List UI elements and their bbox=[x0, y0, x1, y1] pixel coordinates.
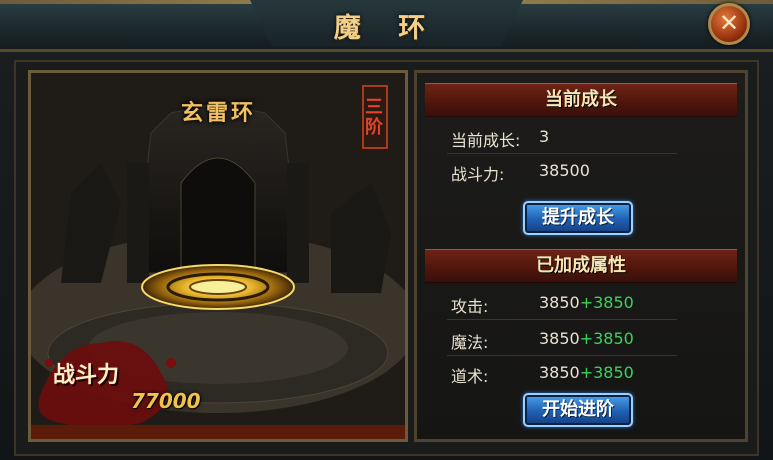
growth-power-label: 战斗力: bbox=[451, 165, 505, 184]
combat-power-label: 战斗力 bbox=[53, 363, 120, 388]
taoism-bonus: +3850 bbox=[579, 363, 634, 382]
stats-panel: 当前成长 当前成长: 3 战斗力: 38500 提升成长 已加成属性 攻击: 3… bbox=[414, 70, 748, 442]
current-growth-row: 当前成长: 3 bbox=[451, 127, 549, 151]
added-attributes-header: 已加成属性 bbox=[425, 249, 737, 283]
attack-bonus: +3850 bbox=[579, 293, 634, 312]
window-title: 魔 环 bbox=[333, 13, 440, 44]
magic-label: 魔法: bbox=[451, 333, 489, 352]
attribute-row-magic: 魔法: 3850+3850 bbox=[451, 329, 634, 353]
attack-label: 攻击: bbox=[451, 297, 489, 316]
divider bbox=[447, 355, 677, 356]
divider bbox=[447, 153, 677, 154]
current-growth-label: 当前成长: bbox=[451, 131, 521, 150]
taoism-base: 3850 bbox=[539, 363, 580, 382]
attribute-row-taoism: 道术: 3850+3850 bbox=[451, 363, 634, 387]
ring-preview-panel: 玄雷环 三阶 战斗力 77000 bbox=[28, 70, 408, 442]
growth-power-value: 38500 bbox=[539, 161, 590, 180]
combat-power-value: 77000 bbox=[131, 389, 201, 413]
close-x-icon: ✕ bbox=[718, 9, 740, 37]
added-attributes-header-text: 已加成属性 bbox=[536, 255, 626, 276]
current-growth-header: 当前成长 bbox=[425, 83, 737, 117]
start-advance-button[interactable]: 开始进阶 bbox=[523, 393, 633, 427]
mohuan-window: 魔 环 ✕ 玄雷环 三阶 战斗力 77000 当前成长 当前成长: 3 战斗力:… bbox=[0, 0, 773, 460]
growth-power-row: 战斗力: 38500 bbox=[451, 161, 590, 185]
divider bbox=[447, 319, 677, 320]
close-button[interactable]: ✕ bbox=[708, 3, 750, 45]
attribute-row-attack: 攻击: 3850+3850 bbox=[451, 293, 634, 317]
stage-badge: 三阶 bbox=[362, 85, 388, 149]
current-growth-value: 3 bbox=[539, 127, 550, 146]
current-growth-header-text: 当前成长 bbox=[545, 89, 617, 110]
magic-bonus: +3850 bbox=[579, 329, 634, 348]
magic-base: 3850 bbox=[539, 329, 580, 348]
upgrade-growth-button[interactable]: 提升成长 bbox=[523, 201, 633, 235]
title-bar: 魔 环 ✕ bbox=[0, 0, 773, 52]
attack-base: 3850 bbox=[539, 293, 580, 312]
taoism-label: 道术: bbox=[451, 367, 489, 386]
ring-name: 玄雷环 bbox=[181, 101, 257, 126]
